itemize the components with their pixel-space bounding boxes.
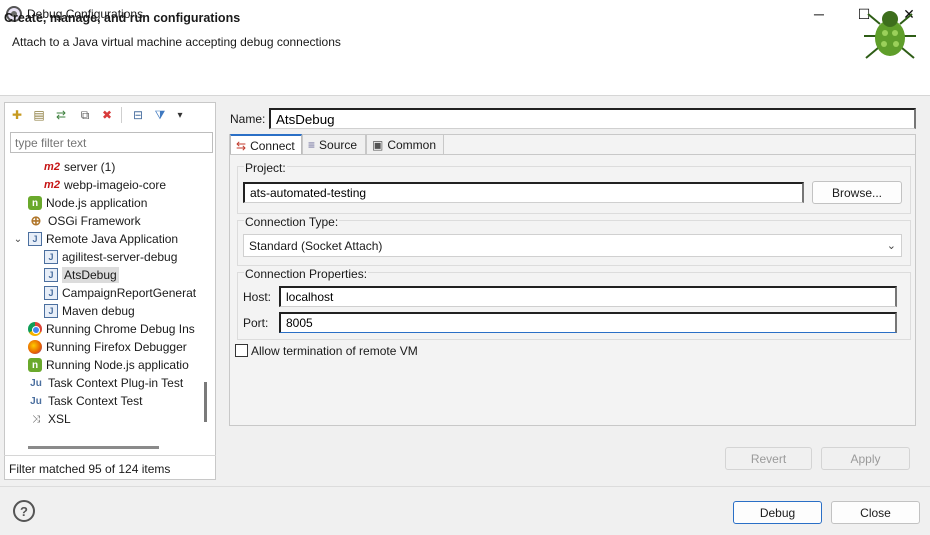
tree-horizontal-scrollbar[interactable] xyxy=(28,446,159,449)
chrome-icon xyxy=(28,322,42,336)
filter-input[interactable] xyxy=(10,132,213,153)
tree-item-server[interactable]: m2 server (1) xyxy=(8,158,198,176)
view-menu-icon[interactable]: ▾ xyxy=(171,106,189,124)
project-label: Project: xyxy=(244,161,287,175)
tab-common[interactable]: ▣ Common xyxy=(366,134,444,155)
connect-icon: ⇆ xyxy=(236,138,247,153)
allow-termination-label: Allow termination of remote VM xyxy=(251,344,418,358)
toolbar-divider xyxy=(121,107,122,123)
connection-properties-label: Connection Properties: xyxy=(244,267,369,281)
footer-divider xyxy=(0,486,930,487)
m2-icon: m2 xyxy=(44,161,60,173)
port-field[interactable] xyxy=(279,312,897,333)
filter-icon[interactable]: ⧩ xyxy=(151,106,169,124)
project-field[interactable] xyxy=(243,182,804,203)
tree-item-xsl[interactable]: ⤨ XSL xyxy=(8,410,198,428)
header-subtitle: Attach to a Java virtual machine accepti… xyxy=(12,35,341,49)
tree-item-running-node[interactable]: n Running Node.js applicatio xyxy=(8,356,198,374)
tab-connect[interactable]: ⇆ Connect xyxy=(230,134,302,155)
duplicate-icon[interactable]: ⧉ xyxy=(76,106,94,124)
junit-icon: Ju xyxy=(30,395,42,407)
close-button[interactable]: Close xyxy=(831,501,920,524)
tree-item-campaign[interactable]: J CampaignReportGenerat xyxy=(8,284,198,302)
tree-item-firefox[interactable]: Running Firefox Debugger xyxy=(8,338,198,356)
export-icon[interactable]: ⇄ xyxy=(52,106,70,124)
nodejs-icon: n xyxy=(28,196,42,210)
tree-vertical-scrollbar[interactable] xyxy=(204,382,207,422)
source-icon: ≡ xyxy=(308,138,316,152)
m2-icon: m2 xyxy=(44,179,60,191)
java-config-icon: J xyxy=(44,304,58,318)
name-field[interactable] xyxy=(269,108,916,129)
junit-plugin-icon: Ju xyxy=(30,377,42,389)
filter-status: Filter matched 95 of 124 items xyxy=(9,462,171,476)
new-prototype-icon[interactable]: ▤ xyxy=(30,106,48,124)
header-title: Create, manage, and run configurations xyxy=(4,11,241,25)
tree-item-osgi[interactable]: ⊕ OSGi Framework xyxy=(8,212,198,230)
tree-item-task-test[interactable]: Ju Task Context Test xyxy=(8,392,198,410)
tree-item-chrome[interactable]: Running Chrome Debug Ins xyxy=(8,320,198,338)
java-config-icon: J xyxy=(44,286,58,300)
tree-item-nodejs[interactable]: n Node.js application xyxy=(8,194,198,212)
chevron-down-icon: ⌄ xyxy=(886,240,896,252)
port-label: Port: xyxy=(243,316,269,330)
xsl-icon: ⤨ xyxy=(32,413,40,425)
tree-item-agilitest[interactable]: J agilitest-server-debug xyxy=(8,248,198,266)
status-divider xyxy=(4,455,216,456)
expand-chevron-icon[interactable]: ⌄ xyxy=(12,231,24,247)
name-label: Name: xyxy=(230,112,266,126)
browse-button[interactable]: Browse... xyxy=(812,181,902,204)
tab-source[interactable]: ≡ Source xyxy=(302,134,366,155)
host-label: Host: xyxy=(243,290,272,304)
nodejs-icon: n xyxy=(28,358,42,372)
connection-type-select[interactable]: Standard (Socket Attach) ⌄ xyxy=(243,234,902,257)
common-icon: ▣ xyxy=(372,138,384,152)
new-config-icon[interactable]: ✚ xyxy=(8,106,26,124)
minimize-button[interactable]: ─ xyxy=(796,0,842,28)
tree-item-remote-java[interactable]: ⌄ J Remote Java Application xyxy=(8,230,198,248)
revert-button[interactable]: Revert xyxy=(725,447,812,470)
osgi-icon: ⊕ xyxy=(30,213,42,228)
remote-java-icon: J xyxy=(28,232,42,246)
apply-button[interactable]: Apply xyxy=(821,447,910,470)
tree-item-webp[interactable]: m2 webp-imageio-core xyxy=(8,176,198,194)
java-config-icon: J xyxy=(44,268,58,282)
firefox-icon xyxy=(28,340,42,354)
tree-item-maven-debug[interactable]: J Maven debug xyxy=(8,302,198,320)
java-config-icon: J xyxy=(44,250,58,264)
collapse-all-icon[interactable]: ⊟ xyxy=(129,106,147,124)
delete-icon[interactable]: ✖ xyxy=(98,106,116,124)
tree-item-atsdebug[interactable]: J AtsDebug xyxy=(8,266,198,284)
connection-type-label: Connection Type: xyxy=(244,215,340,229)
bug-icon xyxy=(864,11,916,59)
host-field[interactable] xyxy=(279,286,897,307)
tree-item-task-plugin-test[interactable]: Ju Task Context Plug-in Test xyxy=(8,374,198,392)
help-icon[interactable]: ? xyxy=(13,500,35,522)
debug-button[interactable]: Debug xyxy=(733,501,822,524)
allow-termination-checkbox[interactable] xyxy=(235,344,248,357)
